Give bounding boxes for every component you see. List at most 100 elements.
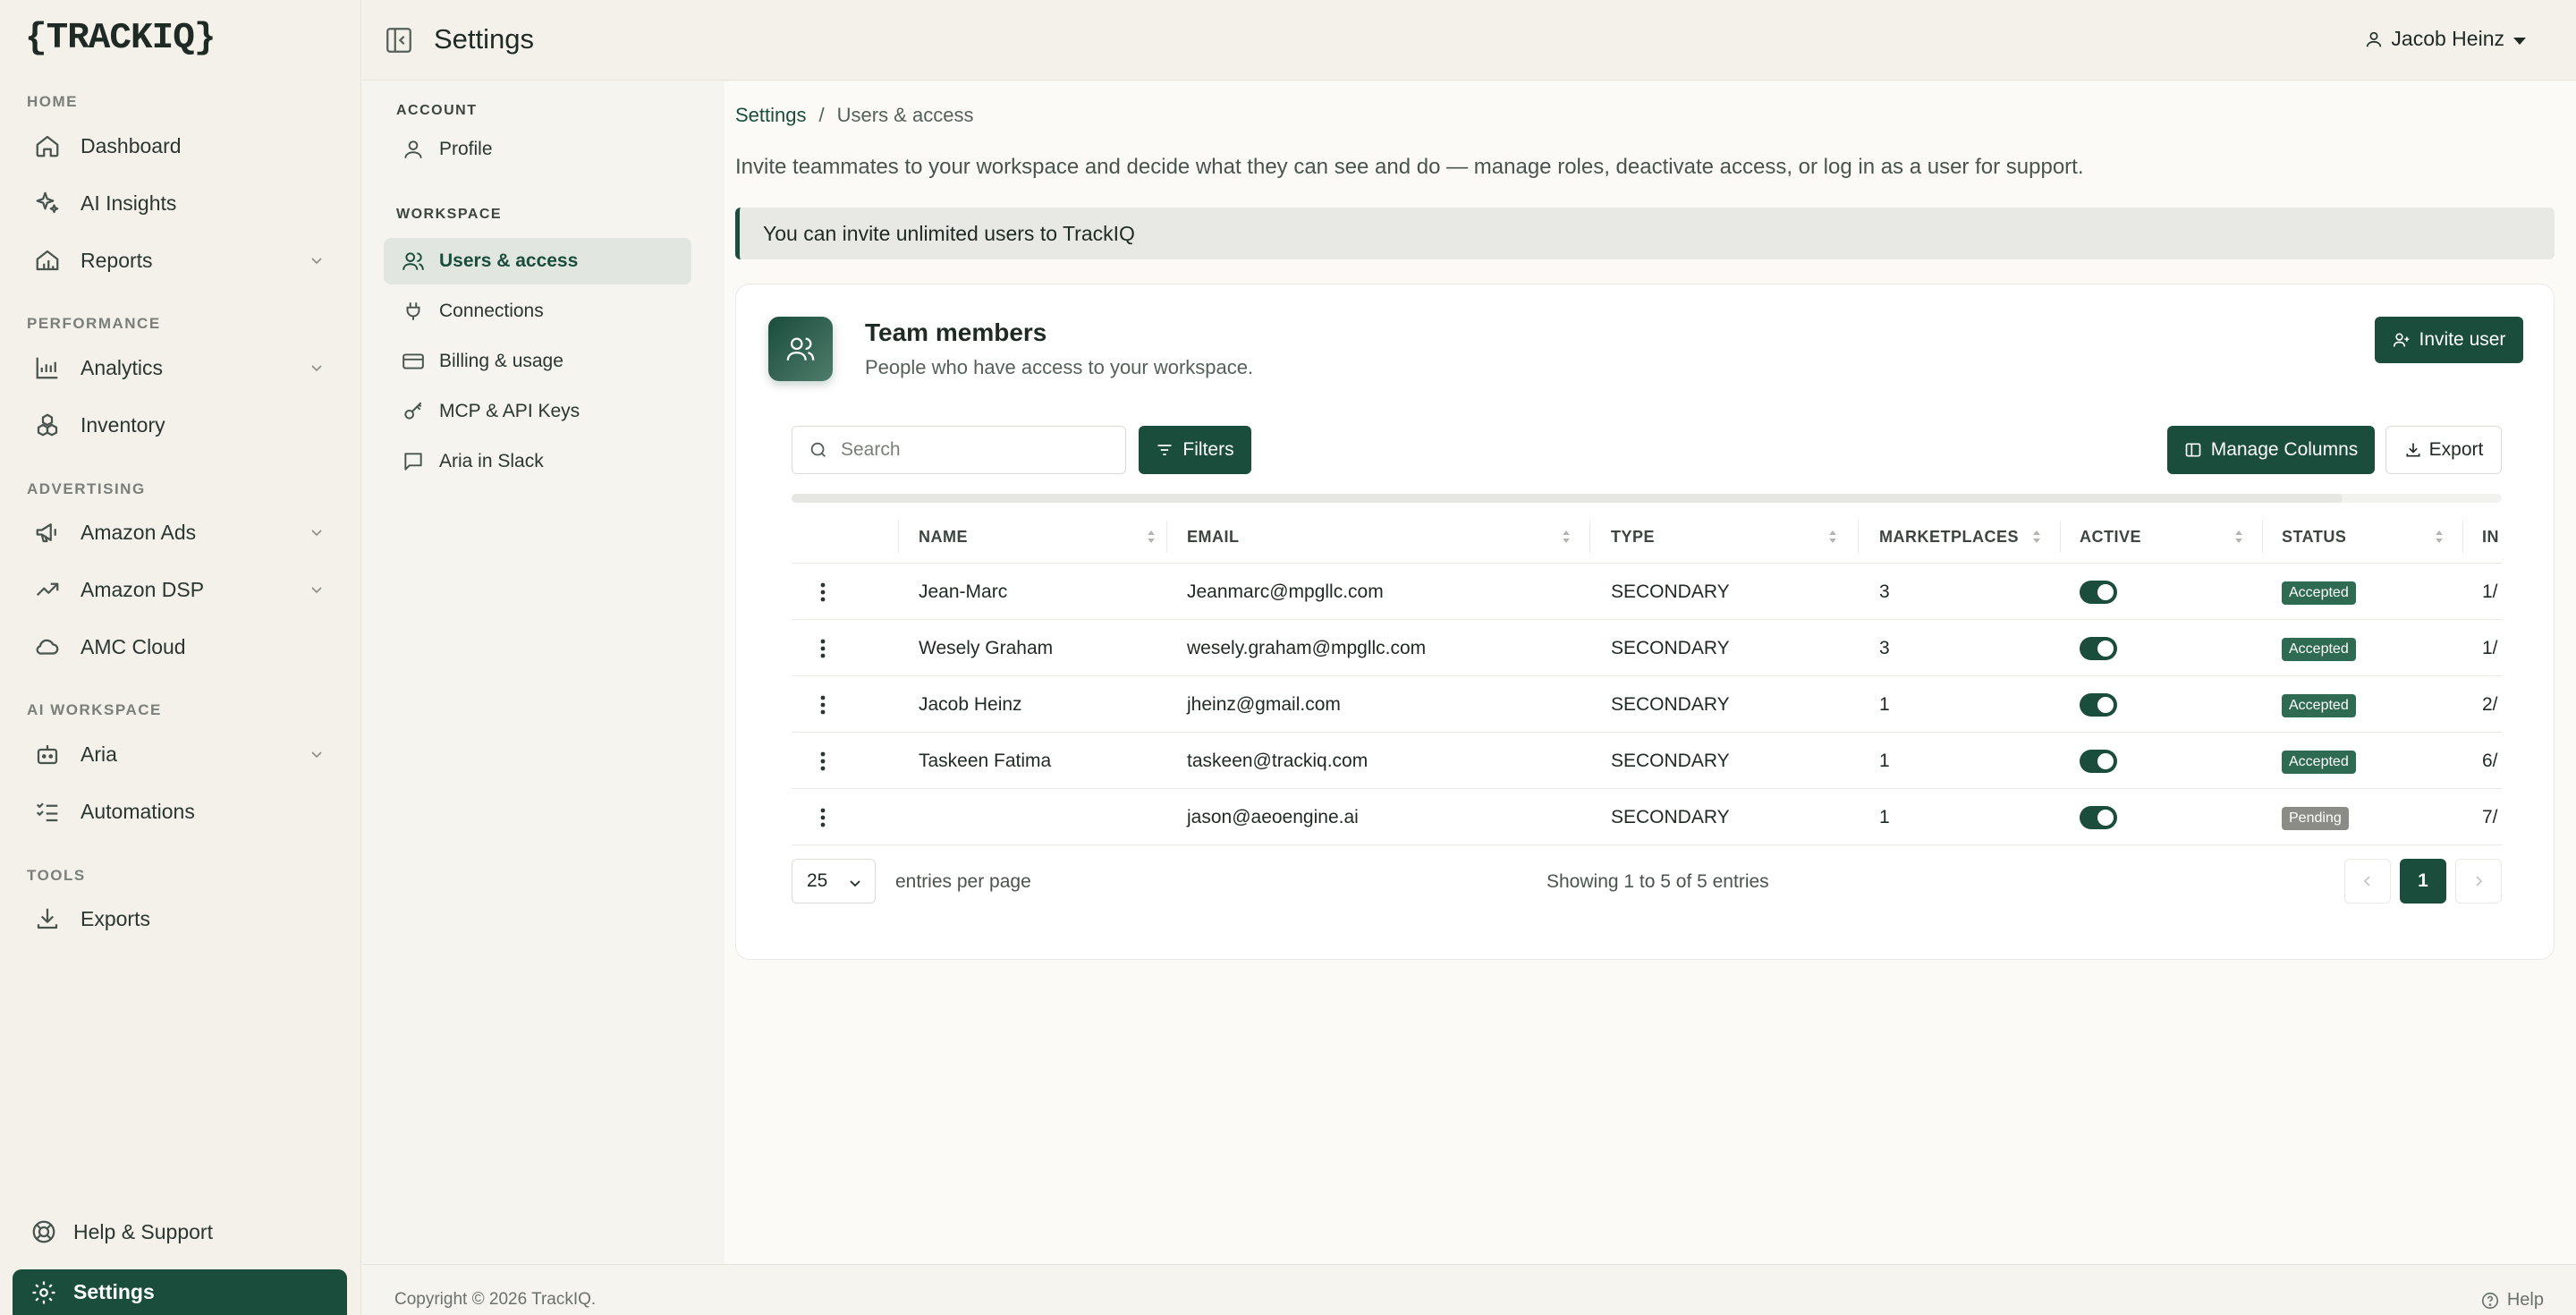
search-input[interactable]: Search bbox=[792, 426, 1126, 474]
sort-icon[interactable] bbox=[2434, 530, 2445, 544]
settings-item-slack[interactable]: Aria in Slack bbox=[384, 438, 691, 485]
row-actions-icon[interactable] bbox=[815, 805, 831, 830]
status-badge: Accepted bbox=[2282, 751, 2356, 774]
nav-section-ai-workspace: AI WORKSPACE bbox=[27, 701, 162, 718]
page-description: Invite teammates to your workspace and d… bbox=[735, 155, 2084, 179]
pagination-info: Showing 1 to 5 of 5 entries bbox=[1546, 871, 1769, 892]
caret-down-icon bbox=[2513, 37, 2526, 45]
chevron-down-icon[interactable] bbox=[309, 525, 324, 539]
footer: Copyright © 2026 TrackIQ. Help bbox=[362, 1264, 2576, 1315]
settings-item-users-access[interactable]: Users & access bbox=[384, 238, 691, 284]
cell-marketplaces: 3 bbox=[1879, 581, 1890, 602]
settings-item-connections[interactable]: Connections bbox=[384, 288, 691, 335]
sparkles-icon bbox=[34, 190, 61, 216]
users-icon bbox=[402, 250, 425, 273]
scrollbar-thumb[interactable] bbox=[792, 494, 2343, 503]
invite-user-button[interactable]: Invite user bbox=[2375, 317, 2523, 363]
help-link[interactable]: Help bbox=[2480, 1290, 2544, 1311]
filters-button[interactable]: Filters bbox=[1139, 426, 1251, 474]
active-toggle[interactable] bbox=[2080, 806, 2117, 829]
sidebar-item-amc-cloud[interactable]: AMC Cloud bbox=[13, 622, 347, 672]
breadcrumb-settings-link[interactable]: Settings bbox=[735, 104, 807, 126]
settings-item-billing[interactable]: Billing & usage bbox=[384, 338, 691, 385]
active-toggle[interactable] bbox=[2080, 693, 2117, 717]
chevron-down-icon[interactable] bbox=[309, 253, 324, 267]
column-header-name[interactable]: NAME bbox=[919, 528, 968, 547]
list-checks-icon bbox=[34, 798, 61, 825]
column-divider bbox=[2262, 521, 2263, 553]
page-button-1[interactable]: 1 bbox=[2400, 859, 2446, 904]
sidebar-item-inventory[interactable]: Inventory bbox=[13, 400, 347, 450]
sidebar-item-reports[interactable]: Reports bbox=[13, 235, 347, 285]
column-header-marketplaces[interactable]: MARKETPLACES bbox=[1879, 528, 2019, 547]
entries-per-page-select[interactable]: 25 bbox=[792, 859, 876, 904]
sort-icon[interactable] bbox=[1561, 530, 1572, 544]
sort-icon[interactable] bbox=[1827, 530, 1838, 544]
sidebar-item-amazon-ads[interactable]: Amazon Ads bbox=[13, 507, 347, 557]
chevron-down-icon bbox=[848, 876, 862, 890]
breadcrumb-current: Users & access bbox=[836, 104, 974, 126]
chevron-down-icon[interactable] bbox=[309, 747, 324, 761]
sidebar-item-settings[interactable]: Settings bbox=[13, 1269, 347, 1315]
sidebar-item-amazon-dsp[interactable]: Amazon DSP bbox=[13, 564, 347, 615]
main-sidebar: {TRACKIQ} HOME Dashboard AI Insights Rep… bbox=[0, 0, 361, 1315]
export-button[interactable]: Export bbox=[2385, 426, 2502, 474]
cell-marketplaces: 1 bbox=[1879, 694, 1890, 715]
column-header-type[interactable]: TYPE bbox=[1611, 528, 1655, 547]
sidebar-item-exports[interactable]: Exports bbox=[13, 894, 347, 944]
status-badge: Accepted bbox=[2282, 581, 2356, 605]
sidebar-item-dashboard[interactable]: Dashboard bbox=[13, 121, 347, 171]
sidebar-item-aria[interactable]: Aria bbox=[13, 729, 347, 779]
settings-item-profile[interactable]: Profile bbox=[384, 126, 691, 173]
manage-columns-button[interactable]: Manage Columns bbox=[2167, 426, 2375, 474]
column-divider bbox=[898, 521, 899, 553]
sort-icon[interactable] bbox=[1146, 530, 1157, 544]
row-actions-icon[interactable] bbox=[815, 580, 831, 605]
sort-icon[interactable] bbox=[2233, 530, 2244, 544]
gear-icon bbox=[30, 1279, 57, 1306]
trackiq-logo[interactable]: {TRACKIQ} bbox=[25, 18, 216, 59]
column-divider bbox=[2060, 521, 2061, 553]
row-actions-icon[interactable] bbox=[815, 692, 831, 717]
settings-section-workspace: WORKSPACE bbox=[396, 207, 503, 222]
column-header-email[interactable]: EMAIL bbox=[1187, 528, 1240, 547]
prev-page-button[interactable] bbox=[2344, 859, 2391, 904]
user-plus-icon bbox=[2393, 331, 2411, 349]
settings-item-label: MCP & API Keys bbox=[439, 401, 580, 421]
cell-marketplaces: 3 bbox=[1879, 638, 1890, 658]
horizontal-scrollbar[interactable] bbox=[792, 494, 2502, 503]
settings-item-api-keys[interactable]: MCP & API Keys bbox=[384, 388, 691, 435]
column-header-status[interactable]: STATUS bbox=[2282, 528, 2346, 547]
active-toggle[interactable] bbox=[2080, 637, 2117, 660]
sidebar-item-help-support[interactable]: Help & Support bbox=[13, 1207, 347, 1257]
column-header-invited[interactable]: IN bbox=[2482, 528, 2502, 547]
active-toggle[interactable] bbox=[2080, 581, 2117, 604]
cloud-icon bbox=[34, 633, 61, 660]
sidebar-item-automations[interactable]: Automations bbox=[13, 786, 347, 836]
cell-invited: 2/ bbox=[2482, 694, 2498, 715]
status-badge: Accepted bbox=[2282, 694, 2356, 717]
sidebar-item-label: Exports bbox=[80, 906, 150, 930]
sidebar-item-label: AI Insights bbox=[80, 191, 177, 215]
nav-section-home: HOME bbox=[27, 93, 78, 110]
sidebar-item-analytics[interactable]: Analytics bbox=[13, 343, 347, 393]
invite-info-banner: You can invite unlimited users to TrackI… bbox=[735, 208, 2555, 259]
sort-icon[interactable] bbox=[2031, 530, 2042, 544]
sidebar-item-ai-insights[interactable]: AI Insights bbox=[13, 178, 347, 228]
chevron-down-icon[interactable] bbox=[309, 361, 324, 375]
cell-type: SECONDARY bbox=[1611, 638, 1730, 658]
column-header-active[interactable]: ACTIVE bbox=[2080, 528, 2141, 547]
cell-name: Jean-Marc bbox=[919, 581, 1008, 602]
user-menu[interactable]: Jacob Heinz bbox=[2364, 27, 2526, 51]
chevron-down-icon[interactable] bbox=[309, 582, 324, 597]
next-page-button[interactable] bbox=[2455, 859, 2502, 904]
sidebar-item-label: Aria bbox=[80, 742, 117, 766]
active-toggle[interactable] bbox=[2080, 750, 2117, 773]
column-divider bbox=[2462, 521, 2463, 553]
settings-nav: ACCOUNT Profile WORKSPACE Users & access… bbox=[362, 81, 724, 1264]
row-actions-icon[interactable] bbox=[815, 749, 831, 774]
breadcrumb-separator: / bbox=[818, 104, 825, 126]
row-actions-icon[interactable] bbox=[815, 636, 831, 661]
sidebar-toggle-icon[interactable] bbox=[384, 25, 414, 55]
credit-card-icon bbox=[402, 350, 425, 373]
